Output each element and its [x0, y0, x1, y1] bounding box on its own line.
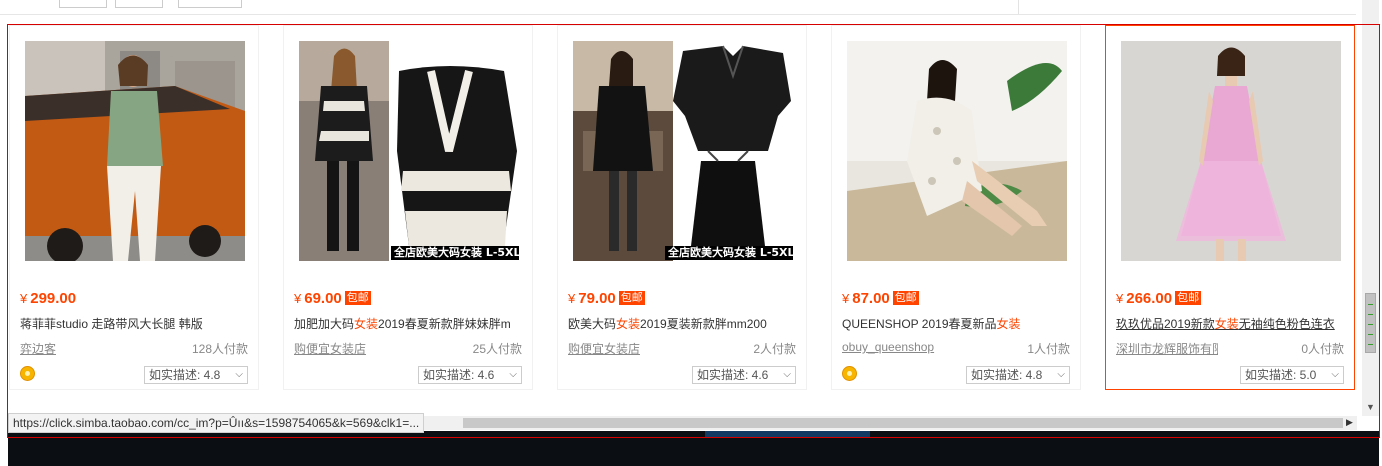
sales-count: 2人付款: [753, 342, 796, 356]
sales-count: 0人付款: [1301, 342, 1344, 356]
status-url: https://click.simba.taobao.com/cc_im?p=Û…: [8, 413, 425, 433]
shop-link[interactable]: obuy_queenshop: [842, 340, 962, 354]
sort-dropdown[interactable]: [178, 0, 242, 8]
filter-bar: [0, 0, 1356, 15]
sales-count: 1人付款: [1027, 342, 1070, 356]
price-max-input[interactable]: [115, 0, 163, 8]
price-min-input[interactable]: [59, 0, 107, 8]
free-shipping-badge: 包邮: [344, 291, 371, 305]
taskbar: [8, 431, 1379, 466]
product-image[interactable]: 全店欧美大码女装 L-5XL: [573, 41, 793, 261]
shop-link[interactable]: 购便宜女装店: [568, 340, 688, 357]
chevron-down-icon: ⌵: [509, 369, 517, 380]
product-title[interactable]: 玖玖优品2019新款女装无袖纯色粉色连衣: [1116, 315, 1346, 332]
shop-link[interactable]: 购便宜女装店: [294, 340, 414, 357]
product-title[interactable]: QUEENSHOP 2019春夏新品女装: [842, 315, 1072, 332]
promo-banner: 全店欧美大码女装 L-5XL: [391, 246, 519, 260]
scroll-right-arrow-icon[interactable]: ▶: [1346, 417, 1353, 428]
chevron-down-icon: ⌵: [235, 369, 243, 380]
sales-count: 128人付款: [191, 342, 248, 356]
free-shipping-badge: 包邮: [618, 291, 645, 305]
shop-link[interactable]: 深圳市龙辉服饰有限: [1116, 340, 1218, 357]
product-card[interactable]: 全店欧美大码女装 L-5XL ¥69.00 包邮 加肥加大码女装2019春夏新款胖…: [283, 25, 533, 390]
taskbar-active-app[interactable]: [705, 431, 870, 437]
product-card[interactable]: ¥299.00 蒋菲菲studio 走路带风大长腿 韩版 弈边客 128人付款 …: [9, 25, 259, 390]
product-price: ¥69.00 包邮: [294, 290, 371, 307]
sales-count: 25人付款: [472, 342, 522, 356]
rating-dropdown[interactable]: 如实描述: 4.6 ⌵: [692, 366, 796, 384]
product-image[interactable]: 全店欧美大码女装 L-5XL: [299, 41, 519, 261]
product-image[interactable]: [25, 41, 245, 261]
product-image[interactable]: [1121, 41, 1341, 261]
product-title[interactable]: 蒋菲菲studio 走路带风大长腿 韩版: [20, 315, 250, 332]
free-shipping-badge: 包邮: [1175, 291, 1202, 305]
product-price: ¥87.00 包邮: [842, 290, 919, 307]
gold-medal-icon[interactable]: [842, 366, 857, 381]
product-card[interactable]: ¥87.00 包邮 QUEENSHOP 2019春夏新品女装 obuy_queen…: [831, 25, 1081, 390]
vertical-scrollbar[interactable]: ▼: [1362, 0, 1379, 416]
horizontal-scroll-thumb[interactable]: [463, 418, 1343, 428]
product-price: ¥79.00 包邮: [568, 290, 645, 307]
scroll-down-arrow-icon[interactable]: ▼: [1366, 402, 1375, 412]
product-image[interactable]: [847, 41, 1067, 261]
chevron-down-icon: ⌵: [1057, 369, 1065, 380]
chevron-down-icon: ⌵: [783, 369, 791, 380]
filter-divider: [1018, 0, 1019, 14]
rating-dropdown[interactable]: 如实描述: 4.8 ⌵: [144, 366, 248, 384]
rating-dropdown[interactable]: 如实描述: 5.0 ⌵: [1240, 366, 1344, 384]
rating-dropdown[interactable]: 如实描述: 4.6 ⌵: [418, 366, 522, 384]
gold-medal-icon[interactable]: [20, 366, 35, 381]
shop-link[interactable]: 弈边客: [20, 340, 140, 357]
product-card[interactable]: 全店欧美大码女装 L-5XL ¥79.00 包邮 欧美大码女装2019夏装新款胖m…: [557, 25, 807, 390]
product-title[interactable]: 欧美大码女装2019夏装新款胖mm200: [568, 315, 798, 332]
product-price: ¥299.00: [20, 290, 77, 307]
chevron-down-icon: ⌵: [1331, 369, 1339, 380]
product-card[interactable]: ¥266.00 包邮 玖玖优品2019新款女装无袖纯色粉色连衣 深圳市龙辉服饰有限…: [1105, 25, 1355, 390]
product-title[interactable]: 加肥加大码女装2019春夏新款胖妹妹胖m: [294, 315, 524, 332]
promo-banner: 全店欧美大码女装 L-5XL: [665, 246, 793, 260]
vertical-scroll-thumb[interactable]: [1365, 293, 1376, 353]
rating-dropdown[interactable]: 如实描述: 4.8 ⌵: [966, 366, 1070, 384]
product-price: ¥266.00 包邮: [1116, 290, 1202, 307]
free-shipping-badge: 包邮: [892, 291, 919, 305]
